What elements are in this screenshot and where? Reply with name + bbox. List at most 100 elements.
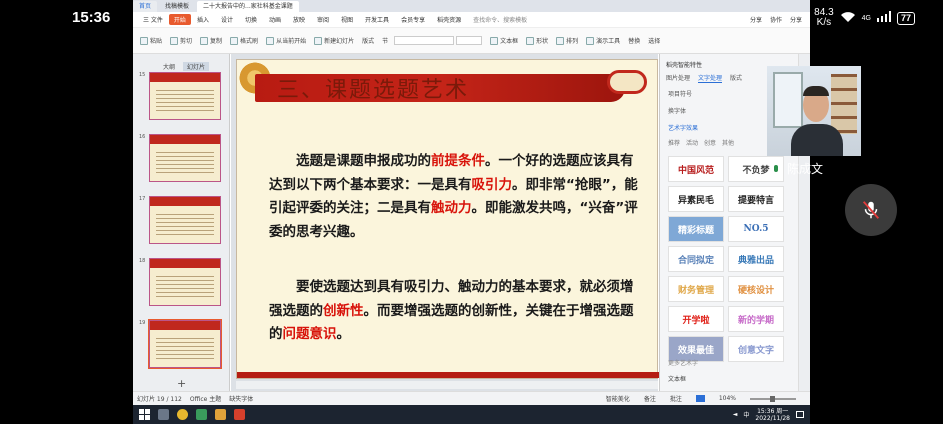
replace-button[interactable]: 替换 (624, 36, 644, 45)
cut-button[interactable]: 剪切 (166, 36, 196, 45)
menu-slideshow[interactable]: 放映 (287, 15, 311, 24)
add-slide-icon[interactable]: + (177, 377, 186, 390)
chrome-icon[interactable] (177, 409, 188, 420)
wps-icon[interactable] (234, 409, 245, 420)
sub-tab-recommend[interactable]: 推荐 (668, 138, 680, 147)
video-feed[interactable] (767, 66, 861, 156)
system-clock[interactable]: 15:36 周一 2022/11/28 (755, 408, 790, 422)
notification-icon[interactable] (796, 411, 804, 418)
wordart-style[interactable]: 典雅出品 (728, 246, 784, 272)
thumbnail-17[interactable]: 17 (139, 196, 221, 244)
wordart-style[interactable]: 提要特言 (728, 186, 784, 212)
windows-taskbar: ◄ 中 15:36 周一 2022/11/28 (133, 405, 810, 424)
font-family-select[interactable] (394, 36, 455, 45)
wordart-style[interactable]: 合同拟定 (668, 246, 724, 272)
tab-image-processing[interactable]: 图片处理 (666, 73, 690, 83)
paste-button[interactable]: 粘贴 (136, 36, 166, 45)
copy-label: 复制 (210, 38, 223, 45)
menu-view[interactable]: 视图 (335, 15, 359, 24)
theme-name: Office 主题 (189, 396, 222, 403)
phone-status-icons: 84.3 K/s 4G 77 (814, 8, 915, 28)
task-view-icon[interactable] (158, 409, 169, 420)
section-button[interactable]: 节 (378, 36, 392, 45)
comments-button[interactable]: 批注 (670, 394, 682, 403)
missing-font-indicator[interactable]: 缺失字体 (229, 394, 253, 403)
more-wordart-link[interactable]: 更多艺术字 (668, 358, 698, 367)
menu-insert[interactable]: 插入 (191, 15, 215, 24)
slide-bottom-bar (237, 372, 659, 378)
new-slide-button[interactable]: 新建幻灯片 (310, 36, 358, 45)
shape-button[interactable]: 形状 (522, 36, 552, 45)
text-box-button[interactable]: 文本框 (486, 36, 522, 45)
menu-file[interactable]: 三 文件 (137, 15, 169, 24)
wordart-style[interactable]: 财务管理 (668, 276, 724, 302)
thumbnail-image (148, 319, 222, 369)
thumbnail-18[interactable]: 18 (139, 258, 221, 306)
tab-home[interactable]: 首页 (133, 1, 158, 12)
menu-member[interactable]: 会员专享 (395, 15, 431, 24)
file-explorer-icon[interactable] (215, 409, 226, 420)
copy-button[interactable]: 复制 (196, 36, 226, 45)
wordart-style[interactable]: 硬核设计 (728, 276, 784, 302)
thumbnail-16[interactable]: 16 (139, 134, 221, 182)
menu-review[interactable]: 审阅 (311, 15, 335, 24)
new-slide-icon (314, 36, 323, 45)
zoom-slider[interactable] (750, 395, 796, 402)
presenter-tools-button[interactable]: 演示工具 (582, 36, 624, 45)
menu-design[interactable]: 设计 (215, 15, 239, 24)
play-label: 从当前开始 (276, 38, 307, 45)
smart-beautify-button[interactable]: 智能美化 (606, 394, 630, 403)
share-button-2[interactable]: 分享 (790, 15, 802, 24)
windows-start-icon[interactable] (139, 405, 150, 424)
wordart-style[interactable]: 精彩标题 (668, 216, 724, 242)
mute-button[interactable] (845, 184, 897, 236)
wordart-style[interactable]: 中国风范 (668, 156, 724, 182)
scissors-icon (170, 36, 179, 45)
menu-home[interactable]: 开始 (168, 14, 191, 25)
app-icon[interactable] (196, 409, 207, 420)
current-slide[interactable]: 三、课题选题艺术 选题是课题申报成功的前提条件。一个好的选题应该具有达到以下两个… (236, 59, 659, 379)
sub-tab-creative[interactable]: 创意 (704, 138, 716, 147)
notes-button[interactable]: 备注 (644, 394, 656, 403)
thumbnail-image (149, 134, 221, 182)
tab-layout[interactable]: 版式 (730, 73, 742, 83)
participant-label: 陈成文 (770, 160, 823, 177)
notes-area[interactable] (236, 381, 658, 389)
command-search[interactable]: 查找命令、搜索模板 (467, 15, 533, 24)
play-from-current-button[interactable]: 从当前开始 (262, 36, 310, 45)
text-box-option[interactable]: 文本框 (668, 374, 686, 383)
collab-button[interactable]: 协作 (770, 15, 782, 24)
thumbnail-number: 17 (139, 196, 146, 202)
volume-icon[interactable]: ◄ (733, 411, 738, 418)
wordart-style[interactable]: 创意文字 (728, 336, 784, 362)
wordart-style[interactable]: NO.5 (728, 216, 784, 242)
wordart-style[interactable]: 新的学期 (728, 306, 784, 332)
format-painter-button[interactable]: 格式刷 (226, 36, 262, 45)
sub-tab-other[interactable]: 其他 (722, 138, 734, 147)
wordart-style[interactable]: 开学啦 (668, 306, 724, 332)
tab-document[interactable]: 二十大报告中的...家社科基金课题 (197, 1, 299, 12)
tab-text-processing[interactable]: 文字处理 (698, 73, 723, 83)
play-icon[interactable] (695, 395, 705, 402)
presenter-icon (586, 36, 595, 45)
tab-outline[interactable]: 大纲 (163, 62, 175, 71)
tab-slides[interactable]: 幻灯片 (183, 62, 210, 71)
arrange-button[interactable]: 排列 (552, 36, 582, 45)
menu-transition[interactable]: 切换 (239, 15, 263, 24)
menu-developer[interactable]: 开发工具 (359, 15, 395, 24)
font-size-select[interactable] (456, 36, 483, 45)
sub-tab-activity[interactable]: 活动 (686, 138, 698, 147)
thumbnail-19[interactable]: 19 (139, 319, 222, 369)
input-language[interactable]: 中 (743, 410, 749, 419)
wordart-style[interactable]: 异素民毛 (668, 186, 724, 212)
select-button[interactable]: 选择 (644, 36, 664, 45)
menu-animation[interactable]: 动画 (263, 15, 287, 24)
play-icon (266, 36, 275, 45)
share-button[interactable]: 分享 (750, 15, 762, 24)
battery-indicator: 77 (896, 11, 915, 25)
thumbnail-15[interactable]: 15 (139, 72, 221, 120)
menu-resources[interactable]: 稻壳资源 (431, 15, 467, 24)
layout-button[interactable]: 版式 (358, 36, 378, 45)
p2-text-c: 。 (336, 326, 351, 342)
tab-templates[interactable]: 找稿模板 (159, 1, 195, 12)
